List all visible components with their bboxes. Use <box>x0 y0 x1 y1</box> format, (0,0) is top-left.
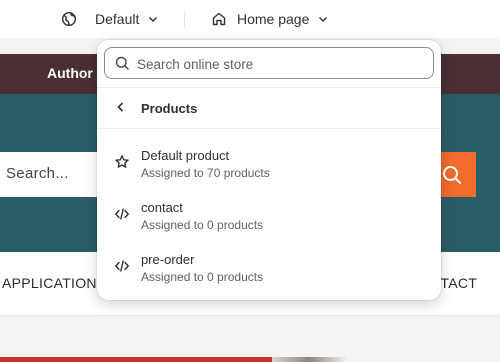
preview-nav-application[interactable]: APPLICATION <box>2 275 97 291</box>
template-item-name: contact <box>141 200 183 215</box>
template-item-subtitle: Assigned to 0 products <box>141 270 264 284</box>
back-to-products-row[interactable]: Products <box>97 88 441 128</box>
theme-label: Default <box>95 11 140 27</box>
products-heading: Products <box>141 101 198 116</box>
template-item-subtitle: Assigned to 70 products <box>141 166 270 180</box>
template-item-default-product[interactable]: Default product Assigned to 70 products <box>97 140 441 192</box>
chevron-down-icon <box>317 13 329 25</box>
editor-topbar: Default Home page <box>0 0 500 38</box>
template-item-pre-order[interactable]: pre-order Assigned to 0 products <box>97 244 441 296</box>
preview-banner-red <box>0 357 272 362</box>
code-icon <box>114 206 130 222</box>
preview-search-placeholder: Search... <box>6 165 69 182</box>
search-icon <box>441 164 463 186</box>
preview-banner-image <box>272 357 346 362</box>
preview-menu-author[interactable]: Author <box>47 65 93 81</box>
template-item-name: pre-order <box>141 252 195 267</box>
chevron-down-icon <box>147 13 159 25</box>
chevron-left-icon[interactable] <box>114 100 128 114</box>
popover-divider <box>97 128 441 129</box>
template-item-name: Default product <box>141 148 230 163</box>
topbar-separator <box>184 10 185 28</box>
page-label: Home page <box>237 11 310 27</box>
template-picker-popover: Products Default product Assigned to 70 … <box>97 40 441 300</box>
globe-icon <box>61 11 77 27</box>
code-icon <box>114 258 130 274</box>
template-item-subtitle: Assigned to 0 products <box>141 218 264 232</box>
store-search-input[interactable] <box>137 54 427 74</box>
page-selector[interactable]: Home page <box>211 0 329 38</box>
home-icon <box>211 11 227 27</box>
store-search-field[interactable] <box>104 47 434 79</box>
theme-selector[interactable]: Default <box>61 0 159 38</box>
star-icon <box>114 154 130 170</box>
search-icon <box>115 56 130 71</box>
template-item-contact[interactable]: contact Assigned to 0 products <box>97 192 441 244</box>
